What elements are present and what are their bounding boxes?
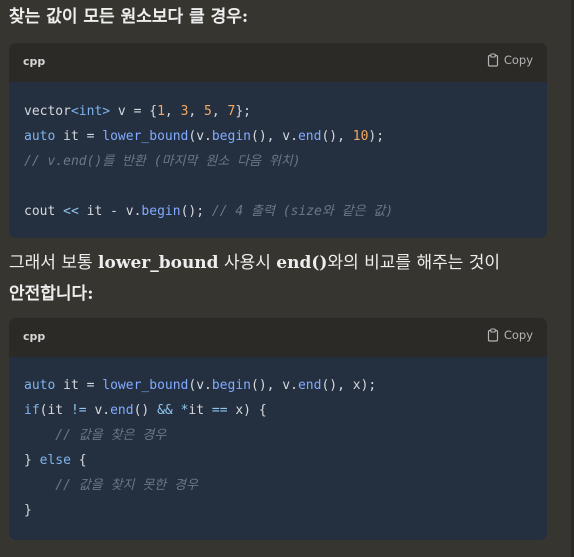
code-line-5: cout << it - v.begin(); // 4 출력 (size와 같… <box>24 204 394 219</box>
clipboard-icon <box>487 53 499 67</box>
paragraph-explanation: 그래서 보통 lower_bound 사용시 end()와의 비교를 해주는 것… <box>9 248 500 310</box>
code-block-header: cpp Copy <box>9 318 547 357</box>
code-empty-line <box>24 174 547 199</box>
copy-label: Copy <box>503 53 533 67</box>
code-language-label: cpp <box>23 55 46 68</box>
code-comment-line: // 값을 찾지 못한 경우 <box>24 478 198 493</box>
copy-label: Copy <box>503 328 533 342</box>
code-line-1: vector<int> v = {1, 3, 5, 7}; <box>24 104 252 119</box>
code-block-2: cpp Copy auto it = lower_bound(v.begin()… <box>9 318 547 540</box>
code-block-header: cpp Copy <box>9 43 547 82</box>
code-line-4: } else { <box>24 453 87 468</box>
code-body[interactable]: vector<int> v = {1, 3, 5, 7}; auto it = l… <box>9 82 547 224</box>
code-block-1: cpp Copy vector<int> v = {1, 3, 5, 7}; au… <box>9 43 547 238</box>
code-language-label: cpp <box>23 330 46 343</box>
paragraph-line-2: 안전합니다: <box>9 284 94 304</box>
code-line-2: auto it = lower_bound(v.begin(), v.end()… <box>24 129 385 144</box>
paragraph-line-1: 그래서 보통 lower_bound 사용시 end()와의 비교를 해주는 것… <box>9 253 501 273</box>
code-line-6: } <box>24 503 32 518</box>
copy-button[interactable]: Copy <box>487 53 533 67</box>
code-line-1: auto it = lower_bound(v.begin(), v.end()… <box>24 378 377 393</box>
code-comment-line: // v.end()를 반환 (마지막 원소 다음 위치) <box>24 154 301 169</box>
paragraph-intro-text: 찾는 값이 모든 원소보다 클 경우: <box>9 7 249 27</box>
paragraph-intro: 찾는 값이 모든 원소보다 클 경우: <box>9 2 248 33</box>
clipboard-icon <box>487 328 499 342</box>
code-body[interactable]: auto it = lower_bound(v.begin(), v.end()… <box>9 357 547 523</box>
code-line-2: if(it != v.end() && *it == x) { <box>24 403 267 418</box>
copy-button[interactable]: Copy <box>487 328 533 342</box>
code-comment-line: // 값을 찾은 경우 <box>24 428 167 443</box>
